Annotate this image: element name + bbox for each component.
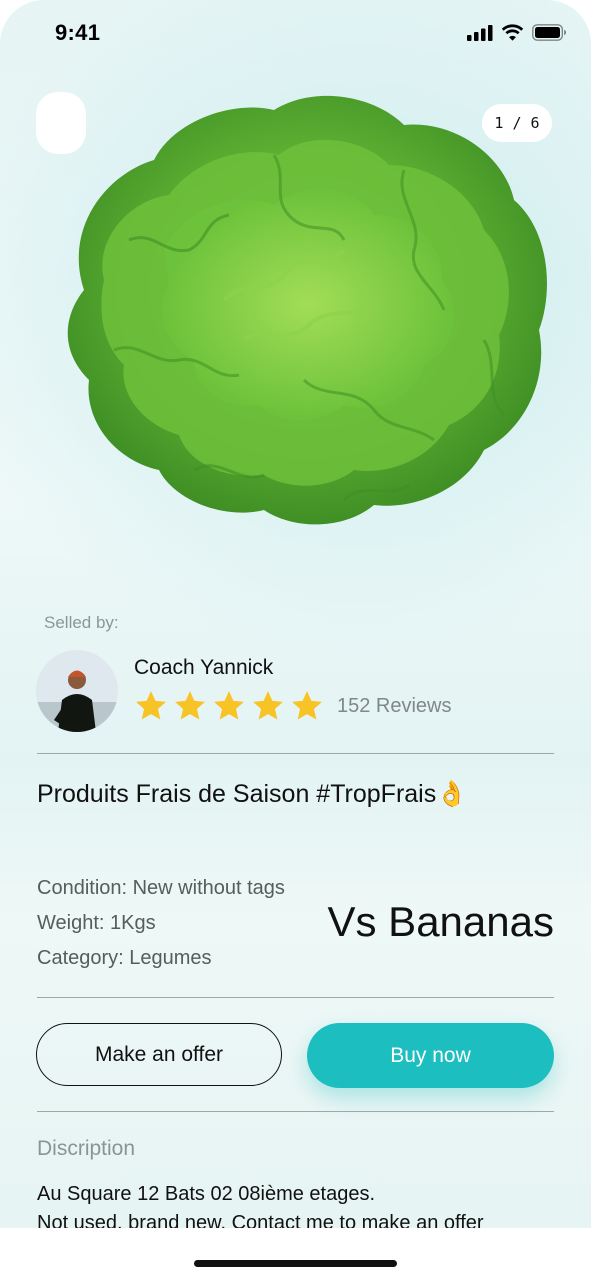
home-indicator[interactable] bbox=[194, 1260, 397, 1267]
star-icon bbox=[253, 691, 283, 720]
divider bbox=[37, 997, 554, 998]
star-icon bbox=[136, 691, 166, 720]
make-offer-button[interactable]: Make an offer bbox=[36, 1023, 282, 1086]
weight-text: Weight: 1Kgs bbox=[37, 912, 156, 934]
wifi-icon bbox=[501, 24, 524, 41]
reviews-count[interactable]: 152 Reviews bbox=[337, 695, 452, 718]
description-line: Not used, brand new. Contact me to make … bbox=[37, 1212, 484, 1228]
status-icons bbox=[467, 24, 567, 41]
star-icon bbox=[292, 691, 322, 720]
product-title: Produits Frais de Saison #TropFrais👌 bbox=[37, 780, 468, 808]
condition-text: Condition: New without tags bbox=[37, 877, 285, 899]
lettuce-image bbox=[67, 95, 547, 525]
avatar[interactable] bbox=[36, 650, 118, 732]
seller-name[interactable]: Coach Yannick bbox=[134, 656, 273, 680]
back-button[interactable] bbox=[36, 92, 86, 154]
description-line: Au Square 12 Bats 02 08ième etages. bbox=[37, 1183, 376, 1205]
avatar-image bbox=[36, 650, 118, 732]
divider bbox=[37, 753, 554, 754]
divider bbox=[37, 1111, 554, 1112]
signal-icon bbox=[467, 24, 493, 41]
image-counter: 1 / 6 bbox=[482, 104, 552, 142]
rating-stars bbox=[134, 689, 324, 723]
description-label: Discription bbox=[37, 1137, 136, 1160]
product-detail-screen: 9:41 1 / 6 Selled by: Coach Yannick 152 … bbox=[0, 0, 591, 1228]
buy-now-button[interactable]: Buy now bbox=[307, 1023, 554, 1088]
battery-icon bbox=[532, 24, 566, 41]
star-icon bbox=[175, 691, 205, 720]
category-text: Category: Legumes bbox=[37, 947, 212, 969]
description-text: Au Square 12 Bats 02 08ième etages. Not … bbox=[37, 1180, 484, 1228]
exchange-label: Vs Bananas bbox=[327, 898, 555, 945]
seller-label: Selled by: bbox=[44, 613, 119, 632]
star-icon bbox=[214, 691, 244, 720]
status-time: 9:41 bbox=[55, 20, 101, 45]
